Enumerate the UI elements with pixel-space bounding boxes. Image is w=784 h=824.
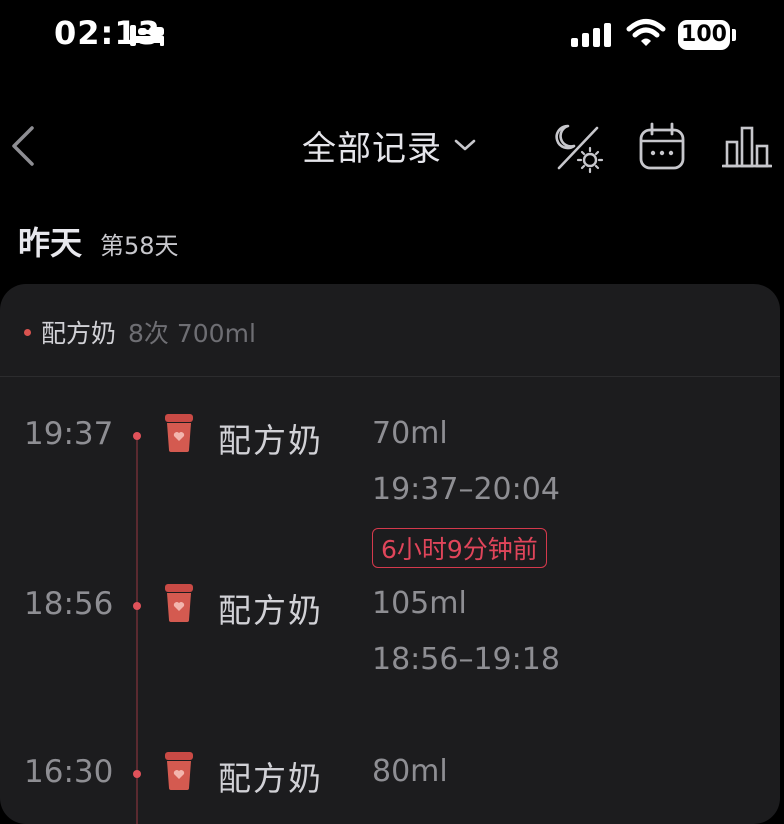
record-filter-dropdown[interactable]: 全部记录: [302, 120, 476, 170]
entry-time: 16:30: [24, 754, 114, 790]
bottle-icon: [165, 584, 193, 622]
calendar-icon: [639, 122, 685, 170]
summary-dot: [24, 328, 31, 336]
status-bar: 02:13 100: [0, 0, 784, 72]
timeline-dot: [133, 770, 141, 778]
divider: [0, 376, 780, 377]
entry-name: 配方奶: [218, 421, 323, 460]
bottle-icon: [165, 752, 193, 790]
entry-amount: 105ml: [372, 586, 467, 621]
filter-label: 全部记录: [302, 128, 442, 169]
day-night-button[interactable]: [552, 122, 604, 178]
entry-name: 配方奶: [218, 591, 323, 630]
back-arrow-icon: [12, 126, 34, 166]
summary-name: 配方奶: [41, 319, 117, 348]
timeline-line: [136, 432, 138, 824]
day-title: 昨天: [18, 224, 83, 262]
feeding-summary[interactable]: 配方奶 8次 700ml: [24, 314, 256, 350]
summary-detail: 8次 700ml: [128, 319, 256, 348]
nav-bar: 全部记录: [0, 110, 784, 180]
back-button[interactable]: [6, 124, 40, 168]
bottle-icon: [165, 414, 193, 452]
time-ago-badge: 6小时9分钟前: [372, 528, 547, 568]
timeline-dot: [133, 432, 141, 440]
bed-icon: [130, 25, 164, 46]
records-card: 配方奶 8次 700ml 19:37 配方奶 70ml 19:37–20:04 …: [0, 284, 780, 824]
battery-icon: 100: [678, 20, 730, 50]
battery-cap: [732, 29, 736, 41]
entry-time-range: 19:37–20:04: [372, 472, 560, 507]
day-count: 第58天: [100, 232, 179, 260]
chevron-down-icon: [454, 139, 476, 151]
stats-button[interactable]: [721, 122, 773, 176]
signal-icon: [571, 23, 611, 47]
day-night-icon: [555, 124, 604, 174]
entry-time: 18:56: [24, 586, 114, 622]
day-header: 昨天 第58天: [18, 218, 179, 264]
entry-amount: 70ml: [372, 416, 448, 451]
bar-chart-icon: [721, 126, 773, 168]
wifi-icon: [626, 19, 666, 46]
timeline-dot: [133, 602, 141, 610]
calendar-button[interactable]: [638, 122, 686, 176]
entry-time: 19:37: [24, 416, 114, 452]
entry-amount: 80ml: [372, 754, 448, 789]
entry-name: 配方奶: [218, 759, 323, 798]
entry-time-range: 18:56–19:18: [372, 642, 560, 677]
